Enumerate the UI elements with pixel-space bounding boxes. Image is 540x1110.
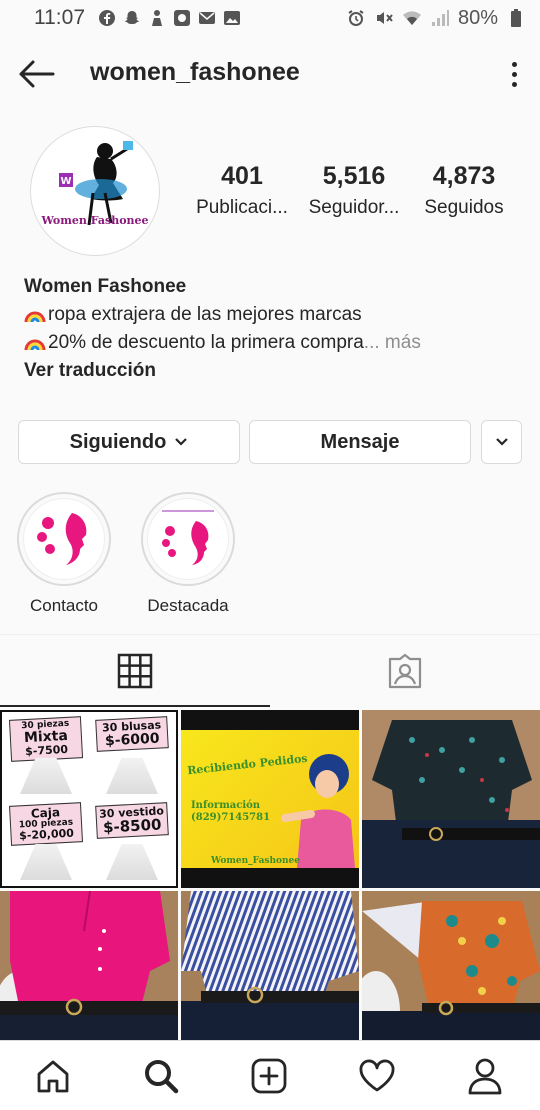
- profile-icon: [468, 1058, 502, 1095]
- post-thumbnail[interactable]: Recibiendo Pedidos Información (829)7145…: [181, 710, 359, 888]
- post-thumbnail[interactable]: 30 piezas Mixta $-7500 30 blusas $-6000 …: [0, 710, 178, 888]
- flyer-phone: (829)7145781: [191, 812, 271, 823]
- grid-icon: [117, 653, 153, 689]
- flyer-brand: Women_Fashonee: [211, 856, 301, 866]
- stat-posts-count: 401: [221, 162, 263, 190]
- heart-icon: [359, 1059, 395, 1092]
- nav-home[interactable]: [26, 1053, 80, 1099]
- arrow-left-icon: [19, 60, 55, 88]
- profile-bio: Women Fashonee ropa extrajera de las mej…: [24, 273, 524, 385]
- skirt-image: [20, 758, 72, 794]
- snapchat-icon: [122, 8, 142, 28]
- price-tag: 30 piezas Mixta $-7500: [8, 716, 84, 762]
- highlight-label: Contacto: [29, 596, 99, 615]
- price-tag: 30 vestido $-8500: [95, 802, 169, 840]
- chevron-down-icon: [495, 438, 508, 446]
- highlight-destacada[interactable]: Destacada: [140, 492, 236, 616]
- facebook-icon: [97, 8, 117, 28]
- nav-new-post[interactable]: [242, 1053, 296, 1099]
- profile-username: women_fashonee: [90, 58, 300, 86]
- posts-grid: 30 piezas Mixta $-7500 30 blusas $-6000 …: [0, 710, 540, 1069]
- pinup-woman-illustration: [281, 754, 355, 868]
- blouse-photo: [362, 710, 540, 888]
- price-tag-line: $-20,000: [18, 826, 75, 843]
- nav-activity[interactable]: [350, 1053, 404, 1099]
- rainbow-icon: [24, 331, 46, 351]
- back-button[interactable]: [14, 54, 58, 94]
- tagged-person-icon: [388, 653, 422, 689]
- status-time: 11:07: [34, 6, 85, 29]
- highlight-ring: [141, 492, 235, 586]
- price-tag: Caja 100 piezas $-20,000: [9, 802, 83, 846]
- price-tag-line: $-6000: [104, 730, 160, 749]
- avatar[interactable]: W Women Fashonee: [30, 126, 160, 256]
- message-button-label: Mensaje: [320, 430, 400, 453]
- highlight-ring: [17, 492, 111, 586]
- mail-icon: [197, 8, 217, 28]
- bio-text-1: ropa extrajera de las mejores marcas: [48, 304, 362, 325]
- battery-icon: [506, 8, 526, 28]
- image-icon: [222, 8, 242, 28]
- stat-following-label: Seguidos: [424, 197, 504, 218]
- bio-line-1: ropa extrajera de las mejores marcas: [24, 301, 524, 329]
- stat-following-count: 4,873: [432, 162, 496, 190]
- status-bar: 11:07 80%: [0, 0, 540, 36]
- fashion-silhouette-icon: W: [59, 141, 133, 226]
- flyer-info: Información (829)7145781: [191, 800, 270, 824]
- signal-icon: [430, 8, 450, 28]
- more-options-icon[interactable]: [502, 54, 526, 94]
- price-tag-line: $-7500: [24, 742, 69, 759]
- bottom-navigation: [0, 1040, 540, 1110]
- flyer-info-label: Información: [191, 800, 261, 811]
- highlight-contacto[interactable]: Contacto: [16, 492, 112, 616]
- following-button-label: Siguiendo: [69, 430, 167, 453]
- skirt-image: [20, 844, 72, 880]
- alarm-icon: [346, 8, 366, 28]
- profile-header: women_fashonee: [0, 36, 540, 110]
- flyer-background: [181, 730, 359, 868]
- bio-line-2: 20% de descuento la primera compra... má…: [24, 329, 524, 357]
- wifi-icon: [402, 8, 422, 28]
- bio-text-2: 20% de descuento la primera compra: [48, 332, 364, 353]
- person-upload-icon: [147, 8, 167, 28]
- suggested-accounts-button[interactable]: [481, 420, 522, 464]
- bio-more-link[interactable]: más: [385, 332, 421, 353]
- stat-following[interactable]: 4,873 Seguidos: [418, 162, 510, 219]
- profile-display-name: Women Fashonee: [24, 276, 187, 297]
- nav-search[interactable]: [134, 1053, 188, 1099]
- nav-profile[interactable]: [458, 1053, 512, 1099]
- woman-flower-logo-icon: [162, 510, 214, 565]
- skirt-image: [106, 844, 158, 880]
- svg-text:W: W: [60, 176, 71, 187]
- following-button[interactable]: Siguiendo: [18, 420, 240, 464]
- stat-posts[interactable]: 401 Publicaci...: [196, 162, 288, 219]
- tab-active-indicator: [0, 705, 270, 707]
- woman-flower-logo-icon: [37, 513, 87, 565]
- highlight-label: Destacada: [147, 596, 229, 615]
- tab-tagged[interactable]: [270, 635, 540, 707]
- search-icon: [145, 1060, 179, 1094]
- see-translation-link[interactable]: Ver traducción: [24, 357, 524, 385]
- stat-followers-count: 5,516: [322, 162, 386, 190]
- battery-percent: 80%: [457, 6, 498, 29]
- message-button[interactable]: Mensaje: [249, 420, 471, 464]
- home-icon: [37, 1060, 69, 1093]
- tab-grid[interactable]: [0, 635, 270, 707]
- chevron-down-icon: [175, 438, 188, 446]
- add-post-icon: [251, 1058, 287, 1094]
- avatar-brand-text: Women Fashonee: [41, 214, 149, 227]
- rainbow-icon: [24, 303, 46, 323]
- skirt-image: [106, 758, 158, 794]
- mute-icon: [374, 8, 394, 28]
- price-tag-line: $-8500: [102, 815, 162, 837]
- photo-app-icon: [172, 8, 192, 28]
- post-thumbnail[interactable]: [362, 710, 540, 888]
- bio-ellipsis: ...: [363, 332, 380, 353]
- stat-followers-label: Seguidor...: [308, 197, 400, 218]
- stat-followers[interactable]: 5,516 Seguidor...: [304, 162, 404, 219]
- profile-tabs: [0, 634, 540, 708]
- stat-posts-label: Publicaci...: [196, 197, 288, 218]
- price-tag: 30 blusas $-6000: [95, 716, 169, 753]
